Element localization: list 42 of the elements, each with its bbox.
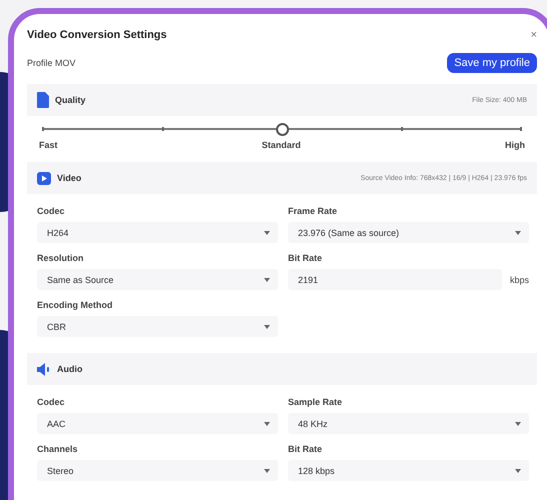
caret-icon [515, 230, 521, 234]
field-label: Codec [37, 205, 66, 216]
field-label: Sample Rate [288, 396, 344, 407]
input-field[interactable]: 2191 [288, 269, 502, 290]
field-label: Encoding Method [37, 299, 114, 310]
field-label: Bit Rate [288, 252, 324, 263]
caret-icon [264, 422, 270, 426]
field-label: Codec [37, 396, 66, 407]
section-title: Video [57, 173, 82, 183]
caret-icon [515, 422, 521, 426]
caret-icon [264, 278, 270, 282]
dropdown[interactable]: CBR [37, 316, 278, 337]
dropdown[interactable]: H264 [37, 222, 278, 243]
close-button[interactable]: × [530, 29, 537, 41]
caret-icon [264, 230, 270, 234]
field-label: Resolution [37, 252, 84, 263]
field-label: Channels [37, 443, 79, 454]
field-label: Bit Rate [288, 443, 324, 454]
slider-label: Standard [262, 140, 301, 150]
caret-icon [264, 468, 270, 472]
slider-thumb[interactable] [276, 123, 289, 136]
section-title: Quality [55, 95, 86, 105]
window-title: Video Conversion Settings [27, 29, 167, 41]
speaker-icon [37, 362, 51, 376]
unit-label: kbps [510, 274, 529, 284]
save-profile-button[interactable]: Save my profile [447, 53, 537, 73]
section-title: Audio [57, 364, 82, 374]
caret-icon [515, 468, 521, 472]
document-icon [37, 92, 49, 108]
caret-icon [264, 324, 270, 328]
quality-slider[interactable] [43, 122, 521, 136]
profile-name: Profile MOV [27, 58, 76, 68]
dropdown[interactable]: AAC [37, 413, 278, 434]
slider-label: High [505, 140, 525, 150]
dropdown[interactable]: Same as Source [37, 269, 278, 290]
dropdown[interactable]: Stereo [37, 460, 278, 481]
dropdown[interactable]: 128 kbps [288, 460, 529, 481]
dropdown[interactable]: 48 KHz [288, 413, 529, 434]
video-icon [37, 172, 51, 184]
dropdown[interactable]: 23.976 (Same as source) [288, 222, 529, 243]
field-label: Frame Rate [288, 205, 338, 216]
slider-label: Fast [39, 140, 58, 150]
